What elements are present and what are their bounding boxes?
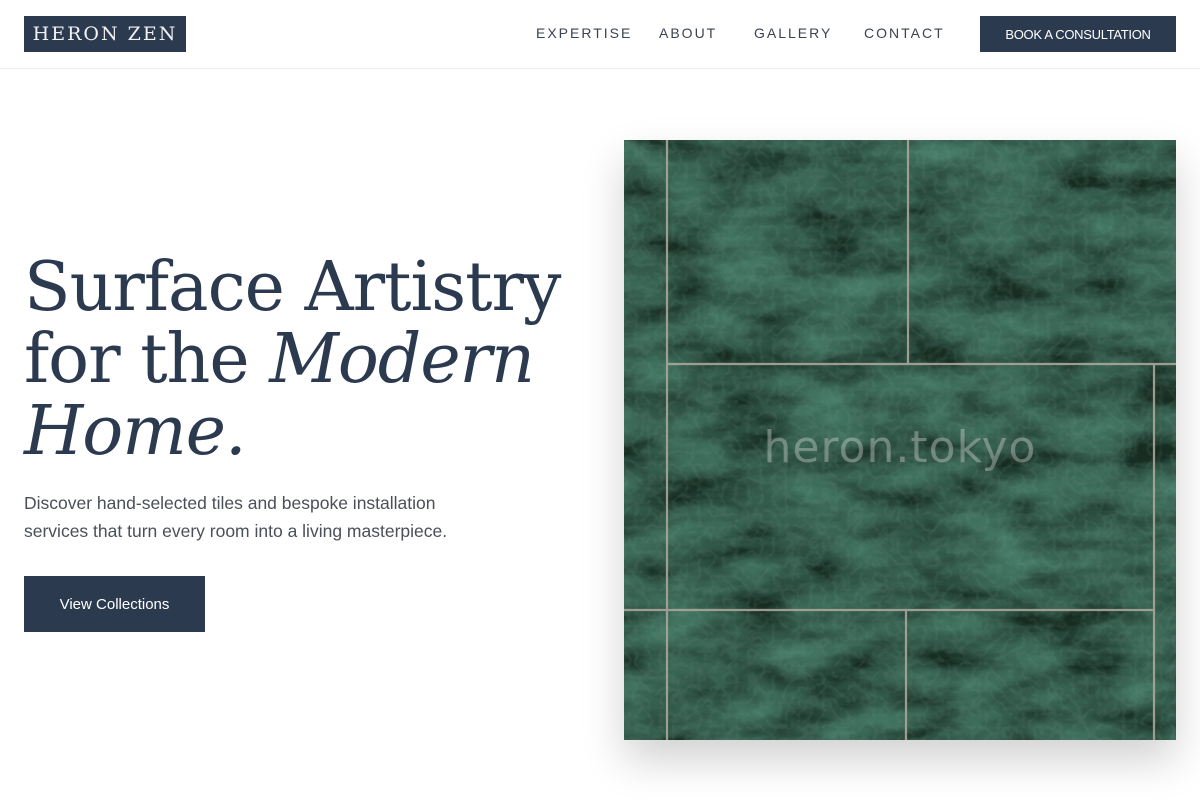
book-consultation-button[interactable]: BOOK A CONSULTATION <box>980 16 1176 52</box>
hero-tile-image: heron.tokyo <box>624 140 1176 740</box>
nav-link-about[interactable]: ABOUT <box>659 24 717 42</box>
hero-title: Surface Artistry for the Modern Home. <box>24 252 584 468</box>
hero-title-italic-home: Home. <box>24 392 247 471</box>
site-header: HERON ZEN EXPERTISE ABOUT GALLERY CONTAC… <box>0 0 1200 69</box>
nav-link-expertise[interactable]: EXPERTISE <box>536 24 632 42</box>
view-collections-button[interactable]: View Collections <box>24 576 205 632</box>
hero-subtitle: Discover hand-selected tiles and bespoke… <box>24 493 448 541</box>
hero-title-line-3: Home. <box>24 396 584 468</box>
green-marble-tile-illustration <box>624 140 1176 740</box>
brand-logo[interactable]: HERON ZEN <box>24 16 186 52</box>
nav-link-contact[interactable]: CONTACT <box>864 24 945 42</box>
hero-title-plain: for the <box>24 320 270 399</box>
hero-title-italic-modern: Modern <box>269 320 535 399</box>
hero-title-line-2: for the Modern <box>24 324 584 396</box>
hero-title-line-1: Surface Artistry <box>24 248 561 327</box>
nav-link-gallery[interactable]: GALLERY <box>754 24 832 42</box>
